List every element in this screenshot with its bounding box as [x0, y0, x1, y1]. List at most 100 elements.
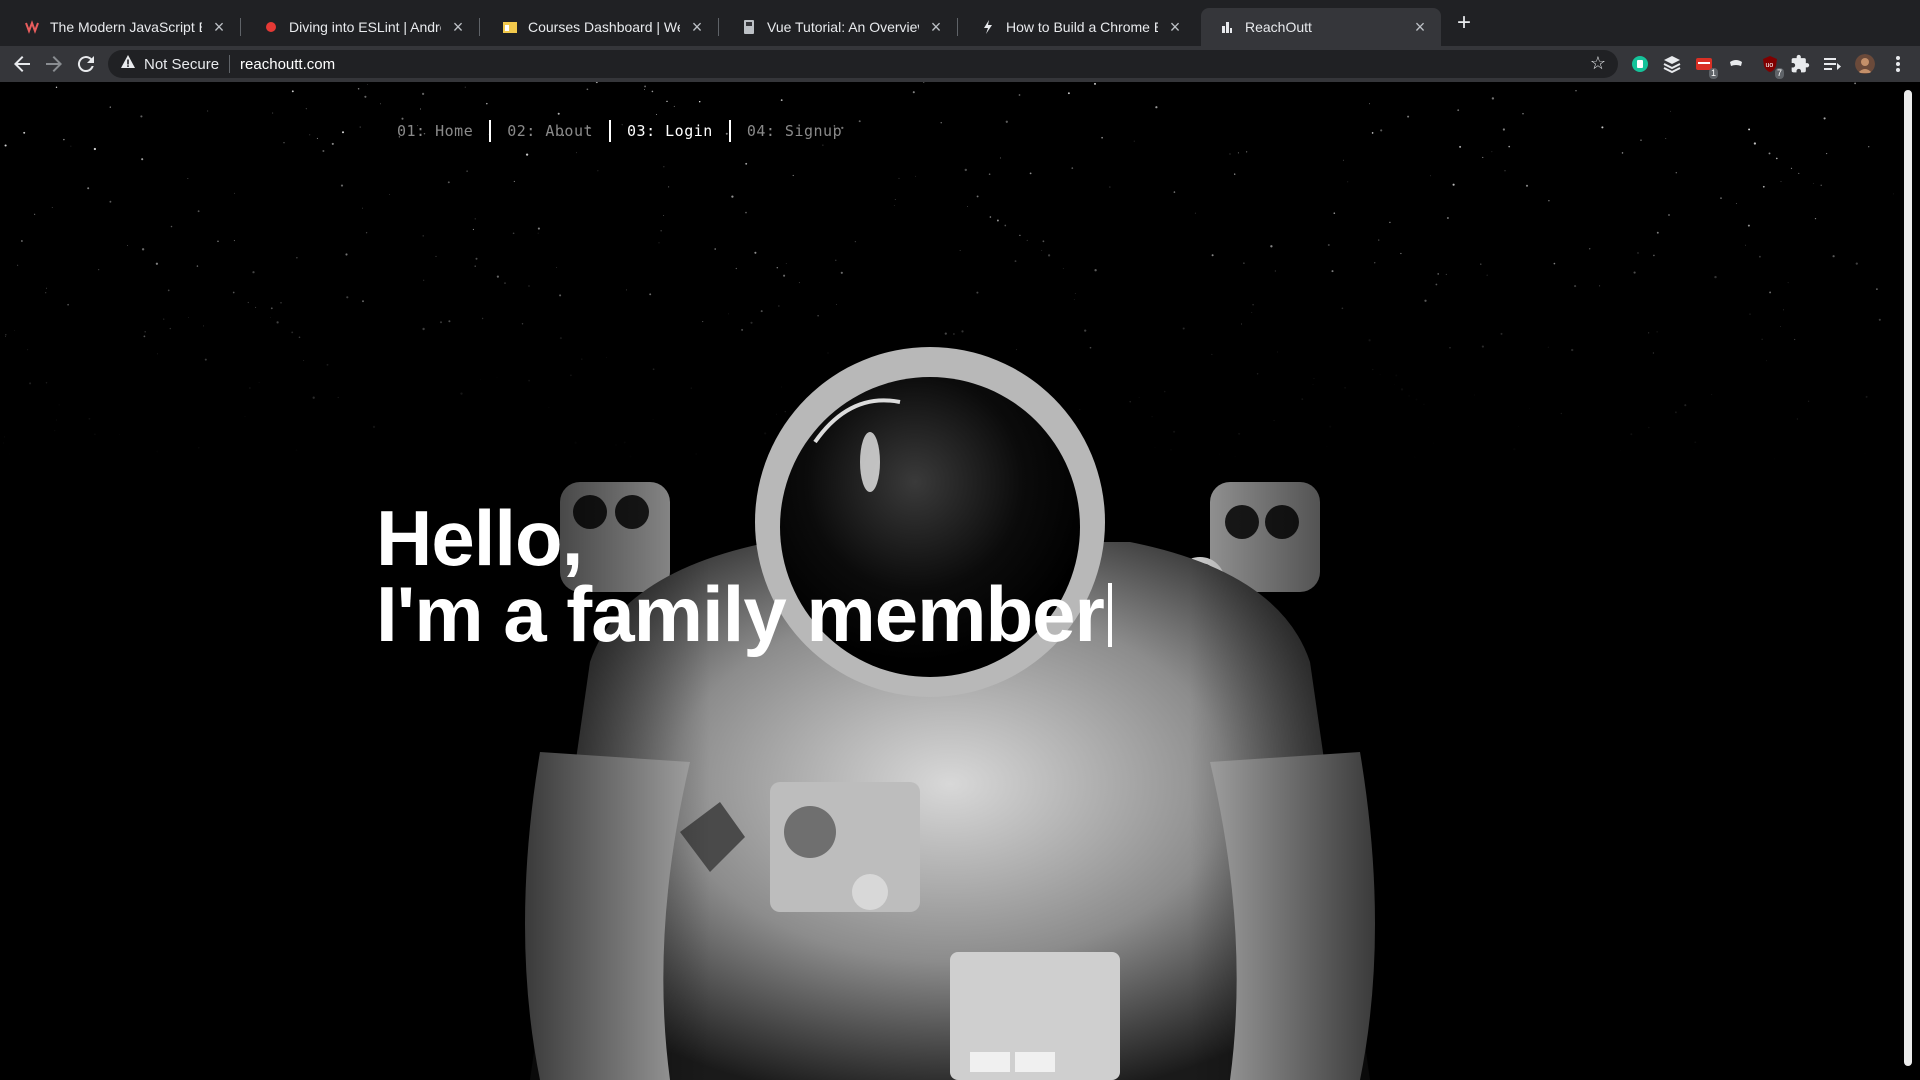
forward-button[interactable]	[42, 52, 66, 76]
star	[1368, 103, 1370, 105]
star	[1430, 175, 1431, 177]
star	[1820, 184, 1822, 186]
page-scrollbar[interactable]	[1896, 82, 1920, 1080]
star	[5, 334, 7, 336]
star	[922, 82, 925, 83]
star	[1407, 115, 1410, 118]
ublock-icon[interactable]: uo 7	[1760, 54, 1784, 79]
star	[1491, 151, 1493, 153]
tab-0[interactable]: The Modern JavaScript Bootcamp ×	[6, 8, 241, 46]
star	[976, 195, 979, 198]
tab-5-active[interactable]: ReachOutt ×	[1201, 8, 1441, 46]
star	[466, 170, 468, 172]
tab-3[interactable]: Vue Tutorial: An Overview and Walkthroug…	[723, 8, 958, 46]
star	[1094, 82, 1096, 85]
star	[1574, 285, 1577, 288]
address-bar[interactable]: Not Secure reachoutt.com ☆	[108, 50, 1618, 78]
star	[141, 158, 144, 161]
star	[207, 110, 209, 112]
star	[1018, 94, 1021, 96]
star	[976, 291, 979, 294]
nav-home-link[interactable]: 01: Home	[387, 122, 489, 140]
forward-arrow-icon	[46, 56, 62, 72]
scrollbar-thumb[interactable]	[1904, 90, 1912, 1066]
star	[447, 181, 450, 184]
star	[1029, 172, 1032, 175]
reload-button[interactable]	[74, 52, 98, 76]
star	[1374, 262, 1376, 264]
close-tab-icon[interactable]: ×	[688, 18, 706, 36]
close-tab-icon[interactable]: ×	[927, 18, 945, 36]
star	[475, 257, 478, 260]
star	[372, 425, 376, 429]
hero-greeting: Hello,	[376, 494, 583, 582]
star	[1482, 156, 1484, 158]
grammarly-icon[interactable]	[1630, 54, 1650, 74]
svg-text:uo: uo	[1766, 62, 1774, 69]
star	[170, 225, 173, 228]
nav-login-link[interactable]: 03: Login	[611, 122, 729, 140]
star	[202, 325, 204, 327]
star	[247, 301, 249, 304]
profile-avatar[interactable]	[1855, 54, 1875, 74]
star	[51, 207, 53, 208]
star	[1798, 172, 1800, 174]
puzzle-icon[interactable]	[1790, 54, 1810, 74]
star	[915, 175, 917, 177]
star	[27, 349, 29, 351]
close-tab-icon[interactable]: ×	[1166, 18, 1184, 36]
star	[45, 292, 47, 294]
tab-title: Diving into ESLint | Andrew Mead	[289, 19, 441, 35]
star	[331, 142, 334, 145]
mask-icon[interactable]	[1726, 54, 1746, 74]
star	[663, 215, 665, 216]
star	[233, 240, 235, 242]
star	[422, 327, 425, 331]
reading-list-icon[interactable]	[1822, 54, 1842, 74]
star	[340, 184, 344, 187]
bookmark-star-icon[interactable]: ☆	[1590, 53, 1606, 74]
star	[322, 150, 325, 152]
nav-signup-link[interactable]: 04: Signup	[731, 122, 858, 140]
star	[439, 321, 443, 324]
star	[537, 232, 539, 234]
warning-icon[interactable]	[120, 54, 136, 74]
tab-1[interactable]: Diving into ESLint | Andrew Mead ×	[245, 8, 480, 46]
star	[14, 330, 15, 332]
star	[1575, 90, 1577, 92]
star	[1599, 285, 1601, 287]
back-button[interactable]	[10, 52, 34, 76]
star	[1670, 110, 1671, 112]
star	[1380, 129, 1383, 132]
star	[1749, 313, 1751, 315]
close-tab-icon[interactable]: ×	[449, 18, 467, 36]
star	[270, 307, 273, 310]
layers-icon[interactable]	[1662, 54, 1682, 74]
star	[1823, 117, 1826, 120]
new-tab-button[interactable]: +	[1452, 11, 1476, 36]
star	[835, 259, 837, 261]
close-tab-icon[interactable]: ×	[1411, 18, 1429, 36]
star	[644, 88, 646, 90]
star	[435, 255, 437, 257]
security-label[interactable]: Not Secure	[144, 56, 219, 73]
url-text[interactable]: reachoutt.com	[240, 56, 335, 73]
star	[298, 336, 301, 339]
star	[1633, 271, 1636, 274]
star	[1640, 139, 1642, 141]
close-tab-icon[interactable]: ×	[210, 18, 228, 36]
calendar-icon[interactable]: 1	[1694, 54, 1718, 79]
reachoutt-icon	[1219, 19, 1235, 35]
star	[728, 313, 729, 315]
star	[989, 216, 992, 218]
tab-2[interactable]: Courses Dashboard | Wes Bos ×	[484, 8, 719, 46]
tab-4[interactable]: How to Build a Chrome Extension ×	[962, 8, 1196, 46]
nav-about-link[interactable]: 02: About	[491, 122, 609, 140]
star	[422, 235, 424, 237]
chrome-menu-icon[interactable]	[1886, 52, 1910, 76]
star	[21, 240, 23, 242]
star	[1553, 262, 1556, 265]
star	[1780, 326, 1781, 327]
star	[204, 358, 207, 361]
star	[1714, 275, 1717, 279]
